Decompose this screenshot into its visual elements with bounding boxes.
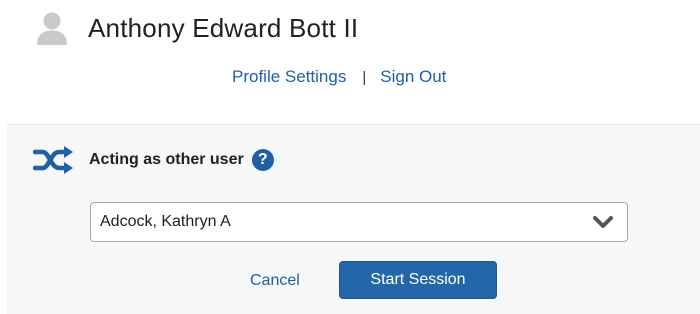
link-separator: | bbox=[362, 68, 367, 86]
start-session-button[interactable]: Start Session bbox=[339, 261, 497, 299]
cancel-link[interactable]: Cancel bbox=[250, 272, 300, 290]
profile-settings-link[interactable]: Profile Settings bbox=[232, 67, 346, 87]
chevron-down-icon bbox=[593, 215, 613, 229]
avatar bbox=[36, 11, 68, 45]
user-name: Anthony Edward Bott II bbox=[88, 12, 359, 43]
profile-links: Profile Settings | Sign Out bbox=[232, 66, 446, 88]
sign-out-link[interactable]: Sign Out bbox=[380, 67, 446, 87]
impersonation-title-row: Acting as other user ? bbox=[33, 142, 274, 178]
shuffle-icon bbox=[33, 145, 75, 175]
account-menu: Anthony Edward Bott II Profile Settings … bbox=[0, 0, 700, 314]
impersonation-panel: Acting as other user ? Adcock, Kathryn A… bbox=[7, 124, 700, 314]
user-header: Anthony Edward Bott II bbox=[36, 8, 358, 48]
user-silhouette-icon bbox=[37, 12, 67, 45]
selected-user-value: Adcock, Kathryn A bbox=[100, 213, 231, 230]
question-mark-icon[interactable]: ? bbox=[251, 149, 274, 171]
user-select-dropdown[interactable]: Adcock, Kathryn A bbox=[90, 202, 628, 242]
impersonation-actions: Cancel Start Session bbox=[7, 261, 700, 301]
impersonation-title: Acting as other user bbox=[89, 151, 244, 168]
